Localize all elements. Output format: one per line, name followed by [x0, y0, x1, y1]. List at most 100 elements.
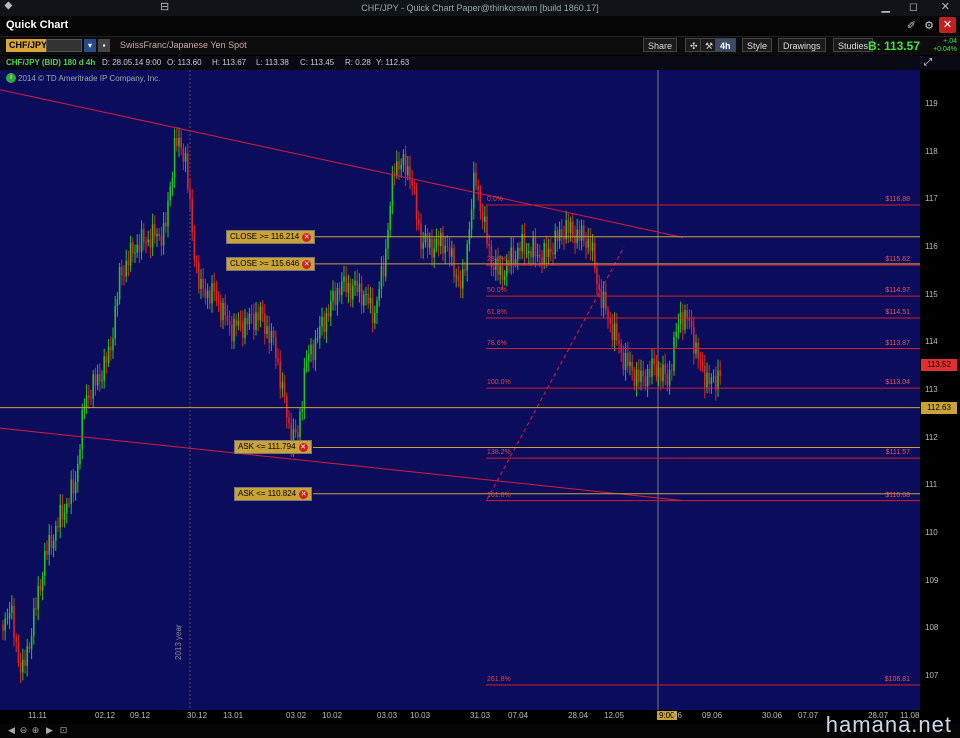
candle-body — [15, 637, 17, 642]
chart-canvas[interactable] — [0, 70, 920, 710]
price-tick: 115 — [925, 289, 938, 299]
candle-body — [110, 346, 112, 351]
order-label[interactable]: ASK <= 110.824 ✕ — [234, 486, 313, 501]
close-panel-button[interactable]: ✕ — [939, 17, 956, 33]
order-label[interactable]: CLOSE >= 115.646 ✕ — [226, 256, 316, 271]
candle-body — [547, 248, 550, 258]
symbol-field[interactable]: CHF/JPY — [6, 39, 49, 52]
candle-body — [464, 268, 466, 271]
candle-body — [356, 280, 358, 293]
candle-body — [63, 512, 66, 520]
price-chart[interactable] — [0, 70, 920, 710]
menu-icon[interactable]: ⊟ — [160, 2, 169, 13]
candle-body — [231, 325, 233, 342]
candle-body — [22, 659, 24, 673]
candle-body — [301, 409, 303, 412]
candle-body — [580, 225, 583, 241]
candle-body — [6, 618, 9, 620]
time-axis[interactable]: 11.11 02.12 09.12 30.12 13.01 03.02 10.02 03.03… — [0, 710, 920, 724]
candle-body — [380, 266, 383, 289]
candle-body — [134, 252, 136, 254]
symbol-dropdown-button[interactable]: ▾ — [84, 39, 96, 52]
cancel-order-icon[interactable]: ✕ — [302, 232, 312, 242]
candle-body — [90, 397, 92, 399]
maximize-button[interactable]: ◻ — [909, 2, 918, 13]
candle-body — [558, 229, 561, 242]
panel-header: Quick Chart ✐ ⚙ ✕ — [0, 16, 960, 37]
drawings-button[interactable]: Drawings — [778, 38, 826, 52]
candle-body — [690, 320, 693, 328]
time-tick: 03.02 — [286, 711, 307, 720]
candle-body — [52, 540, 55, 549]
candle-body — [81, 409, 83, 450]
fib-value: $115.62 — [885, 256, 910, 264]
time-tick: 03.03 — [377, 711, 398, 720]
candle-body — [198, 262, 200, 289]
candle-body — [125, 260, 127, 277]
candle-body — [195, 259, 198, 263]
cancel-order-icon[interactable]: ✕ — [302, 259, 312, 269]
scroll-right-icon[interactable]: ▶ — [44, 725, 55, 736]
candle-body — [283, 382, 286, 397]
candle-body — [704, 365, 706, 388]
candle-body — [77, 463, 79, 482]
candle-body — [675, 331, 677, 338]
price-tick: 116 — [925, 242, 938, 251]
cancel-order-icon[interactable]: ✕ — [299, 489, 309, 499]
candle-body — [193, 232, 196, 260]
candle-body — [448, 246, 451, 257]
symbol-input[interactable] — [46, 39, 82, 52]
candle-body — [666, 374, 669, 386]
cancel-order-icon[interactable]: ✕ — [298, 443, 308, 453]
aggregation-button[interactable]: 4h — [715, 38, 736, 52]
time-tick: 31.03 — [470, 711, 491, 720]
style-button[interactable]: Style — [742, 38, 773, 52]
candle-body — [473, 172, 475, 210]
info-range: R: 0.28 — [345, 58, 371, 67]
chart-toolbar: CHF/JPY ▾ ▪ SwissFranc/Japanese Yen Spot… — [0, 37, 960, 55]
fib-value: $110.68 — [885, 491, 910, 499]
candle-body — [176, 137, 178, 147]
candle-body — [165, 222, 167, 227]
symbol-link-button[interactable]: ▪ — [98, 39, 110, 52]
pin-icon[interactable]: ✐ — [907, 19, 916, 32]
price-axis[interactable]: 119 118 117 116 115 114 113 112 111 110 109 108 107 — [920, 70, 960, 710]
price-flag: 113.52 — [921, 359, 957, 372]
candle-body — [330, 301, 332, 317]
settings-icon[interactable]: ⚙ — [924, 19, 934, 32]
candle-body — [602, 291, 605, 308]
candle-body — [277, 358, 279, 362]
fib-value: $111.57 — [885, 449, 910, 457]
info-icon[interactable]: i — [6, 73, 16, 83]
order-label[interactable]: CLOSE >= 116.214 ✕ — [226, 229, 316, 244]
lock-icon[interactable]: ⊡ — [58, 725, 69, 736]
close-window-button[interactable]: ✕ — [941, 2, 950, 13]
scroll-left-icon[interactable]: ◀ — [6, 725, 17, 736]
candle-body — [646, 368, 649, 387]
candle-body — [156, 233, 158, 237]
expand-icon[interactable]: ⤢ — [924, 57, 932, 69]
candle-body — [116, 299, 119, 306]
candle-body — [363, 294, 365, 306]
style-label: Style — [747, 41, 768, 51]
zoom-in-icon[interactable]: ⊕ — [30, 725, 41, 736]
minimize-button[interactable]: ▁ — [882, 2, 890, 13]
order-label[interactable]: ASK <= 111.794 ✕ — [234, 440, 312, 455]
candle-body — [682, 312, 684, 330]
candle-body — [664, 364, 666, 375]
candle-body — [259, 306, 262, 321]
candle-body — [103, 356, 105, 381]
candle-body — [530, 251, 532, 258]
share-button[interactable]: Share — [643, 38, 678, 52]
candle-body — [4, 618, 6, 631]
candle-body — [486, 216, 488, 244]
candle-body — [187, 153, 189, 189]
candle-body — [541, 257, 543, 264]
change-abs: +.04 — [943, 38, 957, 45]
candle-body — [101, 380, 103, 382]
candle-body — [220, 301, 222, 321]
candle-body — [712, 376, 715, 378]
zoom-out-icon[interactable]: ⊖ — [18, 725, 29, 736]
price-tick: 112 — [925, 432, 938, 442]
candle-body — [686, 310, 688, 319]
